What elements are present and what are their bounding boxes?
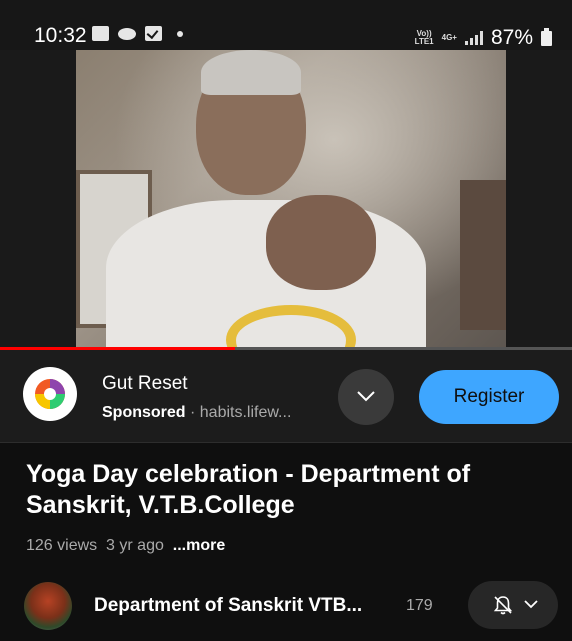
chevron-down-icon [524,600,538,609]
video-frame [76,50,506,350]
network-type: 4G+ [441,33,457,42]
bell-off-icon [493,596,513,615]
video-title[interactable]: Yoga Day celebration - Department of San… [26,459,546,521]
signal-icon [464,31,483,45]
notification-settings-button[interactable] [468,581,558,629]
channel-avatar[interactable] [24,582,72,630]
more-link[interactable]: ...more [173,537,225,554]
ad-separator: · [185,404,200,421]
status-time: 10:32 [34,24,87,47]
register-button[interactable]: Register [419,370,559,424]
volte-indicator: Vo)) LTE1 [414,29,434,46]
ad-expand-button[interactable] [338,369,394,425]
system-icons: Vo)) LTE1 4G+ 87% [415,26,552,50]
video-player[interactable] [0,50,572,350]
checkbox-icon [145,26,162,41]
subscriber-count: 179 [406,597,433,614]
ad-subtitle: Sponsored · habits.lifew... [102,404,291,422]
sponsored-label: Sponsored [102,404,186,421]
cloud-icon [118,27,136,40]
notification-icons [92,26,183,41]
video-meta[interactable]: 126 views 3 yr ago ...more [26,537,225,555]
advertiser-logo[interactable] [23,367,77,421]
channel-name[interactable]: Department of Sanskrit VTB... [94,595,362,617]
ad-domain: habits.lifew... [199,404,292,421]
divider [0,442,572,443]
view-count: 126 views [26,537,98,554]
chevron-down-icon [357,391,375,402]
video-shelf [460,180,506,330]
battery-percent: 87% [490,26,533,49]
gallery-icon [92,26,109,41]
video-person-hand [266,195,376,290]
ad-title[interactable]: Gut Reset [102,373,188,395]
upload-age: 3 yr ago [106,537,164,554]
more-notifications-dot [177,30,183,37]
advertiser-logo-icon [35,379,65,409]
video-person-hair [201,50,301,95]
battery-icon [541,27,552,46]
